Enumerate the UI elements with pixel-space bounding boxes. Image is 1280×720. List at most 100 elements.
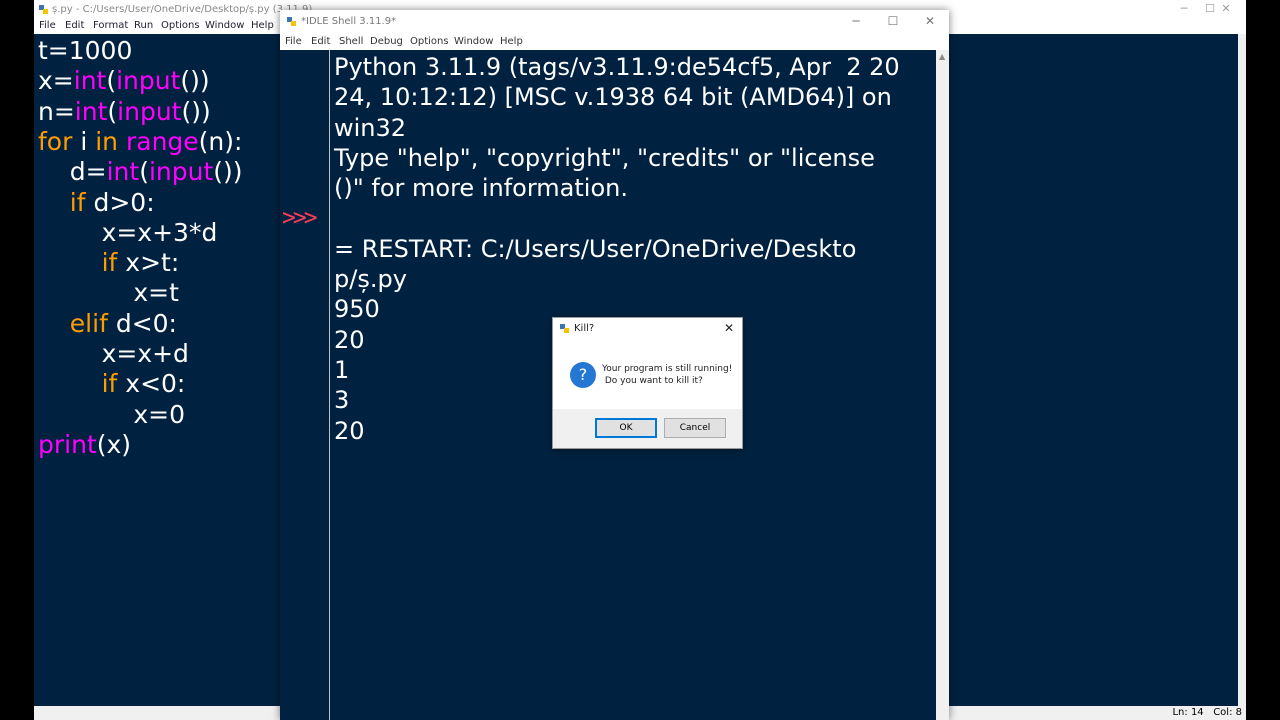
- code-token: t=1000: [38, 36, 133, 65]
- screen-edge-left: [0, 0, 34, 720]
- shell-output-line: 1: [334, 356, 350, 384]
- shell-menu-help[interactable]: Help: [500, 36, 523, 47]
- code-line: d=int(input()): [38, 157, 243, 187]
- code-token: n=: [38, 96, 75, 126]
- shell-output-line: 3: [334, 386, 350, 415]
- code-line: elif d<0:: [38, 309, 177, 339]
- code-token: x=0: [38, 399, 186, 429]
- code-token: (x): [96, 429, 132, 459]
- shell-output-line: 20: [334, 325, 365, 354]
- code-token: int: [73, 66, 107, 96]
- code-token: d=: [38, 157, 107, 187]
- code-token: (: [107, 96, 118, 126]
- editor-menu-options[interactable]: Options: [161, 20, 200, 31]
- dialog-title: Kill?: [574, 323, 595, 334]
- code-token: x=x+d: [38, 339, 189, 368]
- ok-button[interactable]: OK: [595, 418, 657, 438]
- shell-output-line: win32: [334, 113, 407, 142]
- editor-scrollbar[interactable]: [1238, 34, 1246, 706]
- code-token: in: [95, 126, 119, 156]
- editor-title: ș.py - C:/Users/User/OneDrive/Desktop/ș.…: [52, 4, 313, 15]
- code-token: input: [116, 66, 181, 96]
- dialog-close-button[interactable]: ✕: [720, 320, 738, 336]
- code-token: input: [148, 157, 214, 187]
- code-token: (: [106, 66, 117, 96]
- dialog-message-line2: Do you want to kill it?: [602, 376, 703, 386]
- code-token: int: [106, 157, 140, 187]
- shell-maximize-button[interactable]: ☐: [881, 14, 905, 28]
- code-token: (n):: [198, 126, 243, 156]
- shell-menu-window[interactable]: Window: [454, 36, 493, 47]
- code-token: range: [125, 126, 199, 156]
- shell-titlebar[interactable]: *IDLE Shell 3.11.9* ─ ☐ ✕: [280, 10, 949, 34]
- dialog-message-line1: Your program is still running!: [602, 364, 733, 374]
- editor-menu-edit[interactable]: Edit: [65, 20, 84, 31]
- shell-output-line: = RESTART: C:/Users/User/OneDrive/Deskto: [334, 234, 857, 263]
- code-token: if: [101, 369, 118, 399]
- code-line: for i in range(n):: [38, 127, 242, 157]
- code-line: x=0: [38, 400, 185, 430]
- code-token: x=: [38, 66, 74, 96]
- code-token: for: [38, 126, 73, 156]
- shell-minimize-button[interactable]: ─: [844, 14, 868, 28]
- python-icon: [560, 324, 569, 333]
- editor-close-button[interactable]: ✕: [1216, 2, 1236, 15]
- dialog-button-bar: OK Cancel: [553, 409, 742, 448]
- dialog-message: Your program is still running! Do you wa…: [602, 363, 732, 387]
- editor-minimize-button[interactable]: ─: [1174, 2, 1194, 15]
- shell-menu-file[interactable]: File: [285, 36, 302, 47]
- code-token: x>t:: [117, 248, 180, 278]
- kill-dialog: Kill? ✕ ? Your program is still running!…: [552, 317, 743, 449]
- code-line: if x>t:: [38, 248, 180, 278]
- cancel-button[interactable]: Cancel: [664, 418, 726, 438]
- code-line: if x<0:: [38, 369, 186, 399]
- code-line: t=1000: [38, 36, 132, 66]
- code-line: x=x+3*d: [38, 217, 218, 248]
- code-line: print(x): [38, 430, 131, 460]
- code-line: x=t: [38, 278, 179, 308]
- scroll-up-icon[interactable]: ▲: [939, 52, 945, 61]
- code-token: x=t: [38, 278, 179, 308]
- shell-output-line: Python 3.11.9 (tags/v3.11.9:de54cf5, Apr…: [334, 53, 900, 81]
- shell-title: *IDLE Shell 3.11.9*: [301, 16, 397, 27]
- editor-menu-help[interactable]: Help: [251, 20, 274, 31]
- shell-output-line: 950: [334, 295, 380, 324]
- code-token: if: [69, 187, 86, 217]
- shell-menu-shell[interactable]: Shell: [339, 36, 363, 47]
- editor-code-area[interactable]: t=1000 x=int(input()) n=int(input()) for i …: [34, 34, 280, 706]
- shell-menu-debug[interactable]: Debug: [370, 36, 403, 47]
- code-token: input: [117, 96, 182, 126]
- code-token: x=x+3*d: [38, 217, 218, 247]
- editor-menu-file[interactable]: File: [39, 20, 56, 31]
- editor-menu-format[interactable]: Format: [93, 20, 128, 31]
- shell-menu-options[interactable]: Options: [410, 36, 449, 47]
- shell-close-button[interactable]: ✕: [918, 14, 942, 28]
- editor-menu-window[interactable]: Window: [205, 20, 244, 31]
- shell-scrollbar[interactable]: ▲: [936, 50, 949, 720]
- code-token: d>0:: [85, 187, 155, 217]
- code-line: n=int(input()): [38, 97, 211, 127]
- shell-output-line: ()" for more information.: [334, 174, 628, 203]
- shell-prompt: >>>: [282, 205, 318, 231]
- code-token: d<0:: [107, 308, 177, 338]
- python-icon: [287, 17, 296, 26]
- code-token: (: [139, 157, 149, 187]
- shell-menu-edit[interactable]: Edit: [311, 36, 330, 47]
- editor-code-area-right[interactable]: [948, 34, 1238, 706]
- code-token: elif: [69, 308, 108, 338]
- shell-output-line: 20: [334, 416, 365, 445]
- python-icon: [39, 5, 48, 14]
- code-line: x=int(input()): [38, 66, 210, 96]
- question-icon: ?: [570, 362, 596, 388]
- editor-menu-run[interactable]: Run: [134, 20, 153, 31]
- shell-output-line: p/ș.py: [334, 265, 407, 294]
- shell-menubar: File Edit Shell Debug Options Window Hel…: [280, 34, 949, 50]
- screen-edge-right: [1246, 0, 1280, 720]
- shell-prompt-gutter: >>>: [280, 50, 330, 720]
- code-token: x<0:: [117, 369, 186, 399]
